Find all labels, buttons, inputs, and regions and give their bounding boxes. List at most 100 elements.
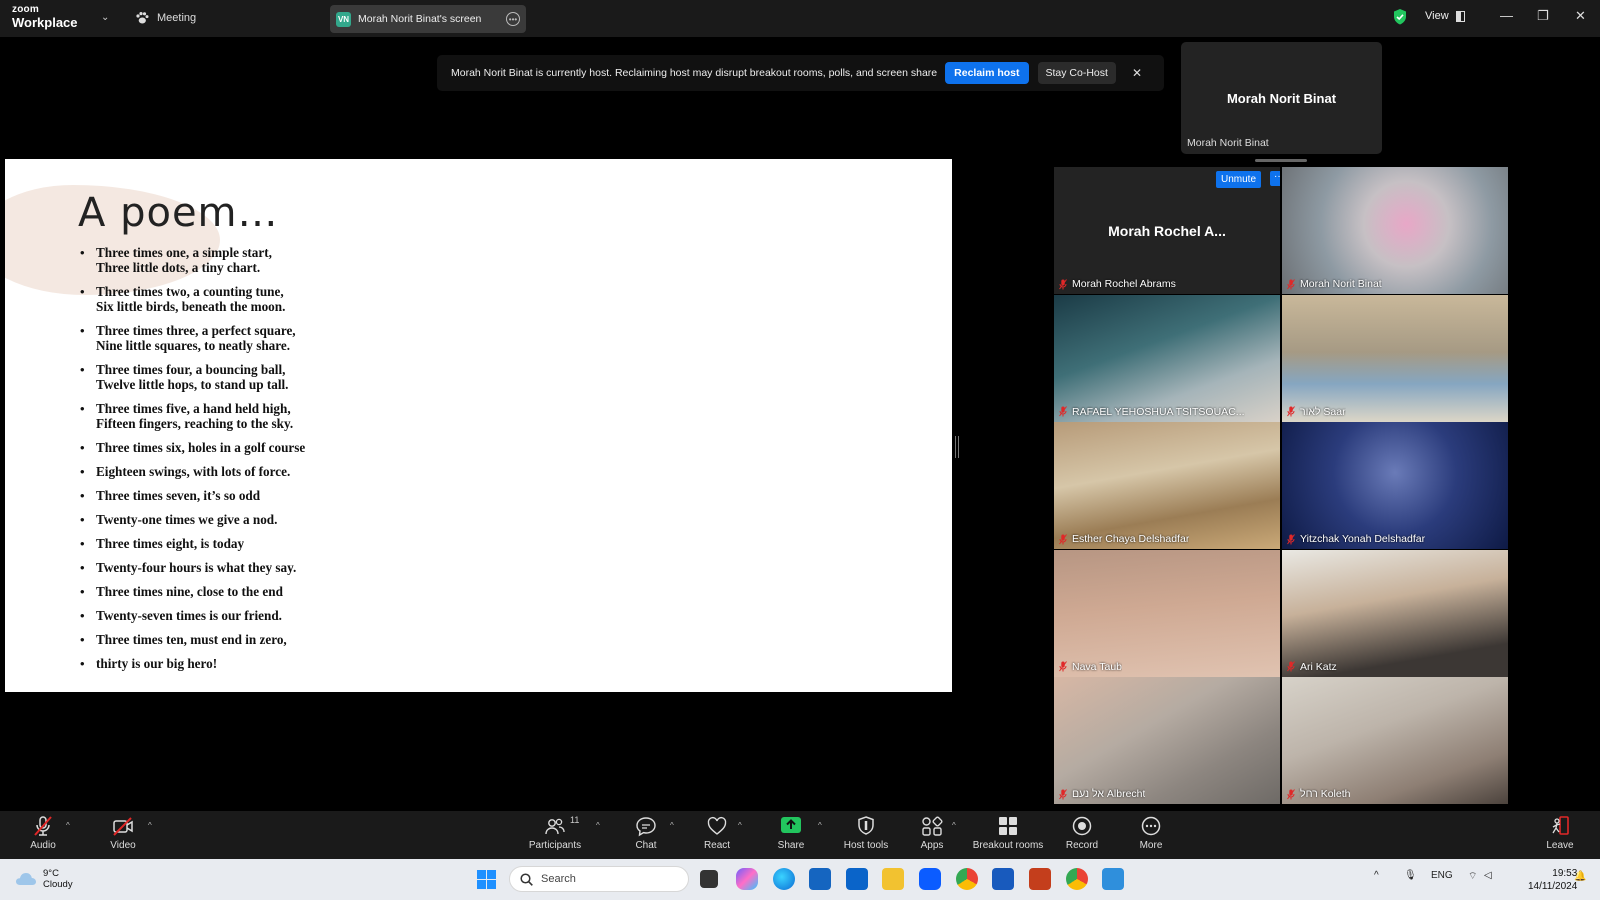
search-placeholder: Search bbox=[541, 873, 576, 885]
system-clock[interactable]: 19:53 14/11/2024 bbox=[1528, 867, 1577, 893]
wifi-icon[interactable]: ⌔ bbox=[1468, 870, 1477, 883]
leave-button[interactable]: Leave bbox=[1545, 815, 1575, 851]
unmute-request-button[interactable]: Unmute bbox=[1216, 171, 1262, 188]
store-icon[interactable] bbox=[809, 868, 831, 890]
edge-browser-icon[interactable] bbox=[773, 868, 795, 890]
reclaim-host-button[interactable]: Reclaim host bbox=[945, 62, 1029, 84]
microphone-tray-icon[interactable]: 🎙 bbox=[1404, 870, 1417, 881]
meeting-tab[interactable]: Meeting bbox=[135, 11, 196, 25]
participant-name: Esther Chaya Delshadfar bbox=[1072, 533, 1190, 545]
restore-icon[interactable]: ❐ bbox=[1537, 8, 1549, 24]
participant-tile[interactable]: Morah Rochel A... Unmute ··· Morah Rochel A… bbox=[1054, 167, 1280, 294]
participant-name: RAFAEL YEHOSHUA TSITSOUAC... bbox=[1072, 405, 1245, 418]
taskbar-search[interactable]: Search bbox=[509, 866, 689, 892]
chrome-profile-icon[interactable] bbox=[1066, 868, 1088, 890]
search-icon bbox=[520, 872, 533, 886]
react-button[interactable]: React bbox=[702, 815, 732, 851]
mic-muted-icon bbox=[1059, 278, 1067, 289]
more-button[interactable]: More bbox=[1137, 815, 1165, 851]
notification-bell-icon[interactable]: 🔔 bbox=[1574, 871, 1586, 882]
participant-tile[interactable]: Morah Norit Binat bbox=[1282, 167, 1508, 294]
minimize-icon[interactable]: — bbox=[1500, 8, 1513, 23]
screen-initials-avatar: VN bbox=[336, 11, 351, 27]
powerpoint-icon[interactable] bbox=[1029, 868, 1051, 890]
participant-video bbox=[1282, 422, 1508, 549]
host-tools-button[interactable]: Host tools bbox=[840, 815, 892, 851]
chat-button[interactable]: Chat bbox=[632, 815, 660, 851]
pinned-app-icon[interactable] bbox=[1102, 868, 1124, 890]
participant-name: Morah Norit Binat bbox=[1300, 278, 1382, 290]
poem-list: Three times one, a simple start,Three li… bbox=[78, 245, 305, 680]
poem-line-text: Six little birds, beneath the moon. bbox=[96, 299, 286, 314]
more-options-icon[interactable]: ••• bbox=[506, 12, 520, 26]
record-label: Record bbox=[1065, 840, 1099, 851]
participant-tile[interactable]: אל נעם Albrecht bbox=[1054, 677, 1280, 804]
brand-bottom: Workplace bbox=[12, 15, 78, 30]
participants-options-caret[interactable]: ^ bbox=[596, 821, 600, 830]
participant-name-label: אל נעם Albrecht bbox=[1059, 788, 1145, 800]
poem-line: Three times five, a hand held high,Fifte… bbox=[78, 401, 305, 431]
poem-line-text: Nine little squares, to neatly share. bbox=[96, 338, 291, 353]
mic-muted-icon bbox=[1287, 533, 1295, 544]
clock-date: 14/11/2024 bbox=[1528, 881, 1578, 892]
security-shield-icon[interactable] bbox=[1393, 9, 1407, 25]
speaker-label: Morah Norit Binat bbox=[1187, 137, 1269, 149]
stay-cohost-button[interactable]: Stay Co-Host bbox=[1037, 62, 1116, 84]
video-button[interactable]: Video bbox=[106, 815, 140, 851]
participant-tile[interactable]: Esther Chaya Delshadfar bbox=[1054, 422, 1280, 549]
task-view-icon[interactable] bbox=[700, 870, 718, 888]
chrome-icon[interactable] bbox=[956, 868, 978, 890]
shared-screen-tab[interactable]: VN Morah Norit Binat's screen ••• bbox=[330, 5, 526, 33]
zoom-workplace-logo[interactable]: zoom Workplace bbox=[12, 5, 78, 30]
mic-muted-icon bbox=[1287, 788, 1295, 799]
record-button[interactable]: Record bbox=[1065, 815, 1099, 851]
participant-name-label: Morah Norit Binat bbox=[1287, 278, 1382, 290]
participant-tile[interactable]: לאור Saar bbox=[1282, 294, 1508, 422]
weather-widget[interactable]: 9°C Cloudy bbox=[15, 868, 73, 890]
breakout-rooms-button[interactable]: Breakout rooms bbox=[972, 815, 1044, 851]
apps-button[interactable]: Apps bbox=[918, 815, 946, 851]
close-icon[interactable]: ✕ bbox=[1575, 8, 1586, 24]
title-bar: zoom Workplace ⌄ Meeting VN Morah Norit … bbox=[0, 0, 1600, 37]
share-options-caret[interactable]: ^ bbox=[818, 821, 822, 830]
participant-video bbox=[1282, 549, 1508, 677]
audio-options-caret[interactable]: ^ bbox=[66, 821, 70, 830]
leave-label: Leave bbox=[1546, 840, 1574, 851]
volume-icon[interactable]: ◁ bbox=[1484, 870, 1492, 881]
participant-tile[interactable]: רחל Koleth bbox=[1282, 677, 1508, 804]
participant-name-label: Ari Katz bbox=[1287, 661, 1337, 673]
resize-handle[interactable] bbox=[1255, 159, 1307, 162]
chat-options-caret[interactable]: ^ bbox=[670, 821, 674, 830]
word-icon[interactable] bbox=[992, 868, 1014, 890]
input-language[interactable]: ENG bbox=[1431, 870, 1453, 881]
audio-button[interactable]: Audio bbox=[26, 815, 60, 851]
video-options-caret[interactable]: ^ bbox=[148, 821, 152, 830]
view-button[interactable]: View bbox=[1425, 10, 1465, 22]
apps-options-caret[interactable]: ^ bbox=[952, 821, 956, 830]
poem-line-text: Twelve little hops, to stand up tall. bbox=[96, 377, 289, 392]
participant-tile[interactable]: RAFAEL YEHOSHUA TSITSOUAC... bbox=[1054, 294, 1280, 422]
windows-start-icon[interactable] bbox=[477, 870, 496, 889]
participants-button[interactable]: 11 Participants bbox=[526, 815, 584, 851]
close-icon[interactable]: ✕ bbox=[1132, 66, 1142, 80]
participant-name: אל נעם Albrecht bbox=[1072, 788, 1146, 800]
tray-chevron-icon[interactable]: ^ bbox=[1374, 870, 1379, 881]
copilot-icon[interactable] bbox=[736, 868, 758, 890]
share-button[interactable]: Share bbox=[776, 815, 806, 851]
poem-line: Three times eight, is today bbox=[78, 536, 305, 551]
chevron-down-icon[interactable]: ⌄ bbox=[101, 12, 109, 23]
participant-tile[interactable]: Ari Katz bbox=[1282, 549, 1508, 677]
participant-tile[interactable]: Nava Taub bbox=[1054, 549, 1280, 677]
participant-tile[interactable]: Yitzchak Yonah Delshadfar bbox=[1282, 422, 1508, 549]
zoom-app-icon[interactable] bbox=[919, 868, 941, 890]
file-explorer-icon[interactable] bbox=[882, 868, 904, 890]
participant-name: Morah Rochel Abrams bbox=[1072, 278, 1176, 290]
poem-line: Three times nine, close to the end bbox=[78, 584, 305, 599]
tile-more-button[interactable]: ··· bbox=[1270, 171, 1280, 186]
react-options-caret[interactable]: ^ bbox=[738, 821, 742, 830]
clock-time: 19:53 bbox=[1552, 868, 1578, 879]
poem-line-text: Twenty-one times we give a nod. bbox=[96, 512, 278, 527]
outlook-icon[interactable] bbox=[846, 868, 868, 890]
split-divider-handle[interactable] bbox=[955, 436, 959, 458]
active-speaker-tile[interactable]: Morah Norit Binat Morah Norit Binat bbox=[1181, 42, 1382, 154]
